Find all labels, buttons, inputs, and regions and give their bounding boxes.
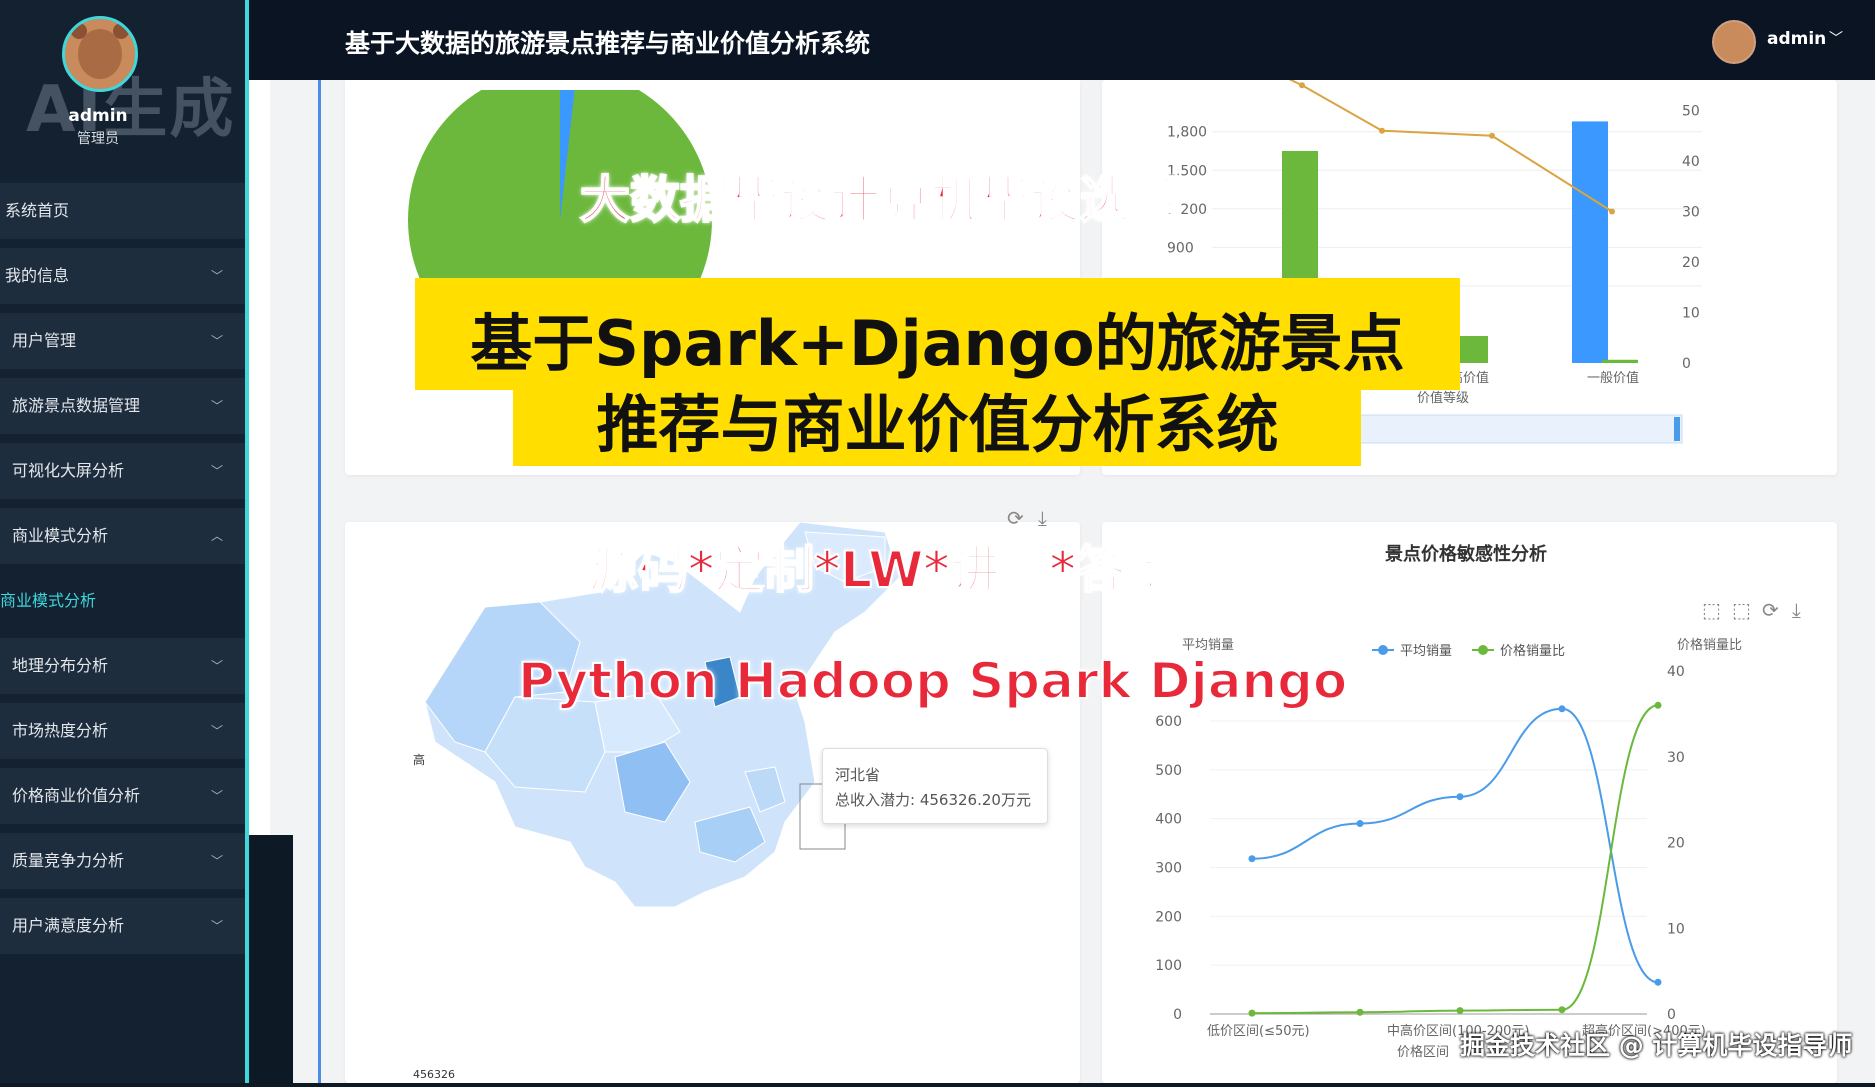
line-point[interactable] xyxy=(1456,1007,1464,1015)
overlay-source-watermark: 掘金技术社区 @ 计算机毕设指导师 xyxy=(1460,1031,1853,1060)
chevron-down-icon: ﹀ xyxy=(210,724,223,738)
legend-swatch[interactable] xyxy=(1378,645,1388,655)
line-point[interactable] xyxy=(1489,132,1495,139)
sidebar-item-home[interactable]: 系统首页 xyxy=(0,183,245,239)
y-tick-label: 300 xyxy=(1155,861,1182,877)
y2-tick-label: 40 xyxy=(1667,664,1685,680)
y2-tick-label: 0 xyxy=(1667,1007,1676,1023)
x-tick-label: 低价区间(≤50元) xyxy=(1207,1024,1310,1039)
y-axis-label: 平均销量 xyxy=(1182,638,1234,653)
sidebar-item-label: 地理分布分析 xyxy=(12,656,109,675)
sidebar-item-label: 商业模式分析 xyxy=(12,526,109,545)
chevron-down-icon[interactable]: ﹀ xyxy=(1829,28,1843,48)
y2-tick-label: 50 xyxy=(1682,104,1700,120)
y2-tick-label: 20 xyxy=(1682,255,1700,271)
line-point[interactable] xyxy=(1248,855,1256,863)
download-icon[interactable]: ⤓ xyxy=(1038,506,1047,530)
line-point[interactable] xyxy=(1558,1006,1566,1014)
y2-tick-label: 30 xyxy=(1667,750,1685,766)
sidebar-role: 管理员 xyxy=(77,131,119,147)
scroll-indicator xyxy=(318,80,321,1083)
sidebar-item-market[interactable]: 市场热度分析 ﹀ xyxy=(0,703,245,759)
legend-label: 平均销量 xyxy=(1400,644,1452,659)
map-legend-high: 高 xyxy=(413,752,425,767)
legend-label: 价格销量比 xyxy=(1500,643,1565,659)
line-point[interactable] xyxy=(1299,82,1305,89)
line-point[interactable] xyxy=(1356,820,1364,828)
refresh-icon[interactable]: ⟳ xyxy=(1762,598,1779,622)
map-tooltip: 河北省 总收入潜力: 456326.20万元 xyxy=(822,748,1048,824)
y-tick-label: 100 xyxy=(1155,958,1182,974)
chevron-down-icon: ﹀ xyxy=(210,659,223,673)
line-point[interactable] xyxy=(1379,127,1385,134)
line-point[interactable] xyxy=(1654,978,1662,986)
sidebar-item-label: 质量竞争力分析 xyxy=(12,851,125,870)
sidebar-item-quality[interactable]: 质量竞争力分析 ﹀ xyxy=(0,833,245,889)
line-point[interactable] xyxy=(1248,1009,1256,1017)
x-axis-label: 价格区间 xyxy=(1397,1044,1449,1060)
line-point[interactable] xyxy=(1609,208,1615,215)
sidebar-item-business[interactable]: 商业模式分析 ︿ xyxy=(0,508,245,564)
overlay-line-4: 源码*定制*LW*讲解*答辩 xyxy=(587,540,1177,600)
series-line[interactable] xyxy=(1251,704,1659,1015)
line-point[interactable] xyxy=(1356,1008,1364,1016)
line-point[interactable] xyxy=(1654,701,1662,709)
y2-tick-label: 30 xyxy=(1682,205,1700,221)
sidebar: AI生成 admin 管理员 系统首页 我的信息 ﹀ 用户管理 ﹀ 旅游景点数据管理… xyxy=(0,0,249,1083)
overlay-line-5: Python Hadoop Spark Django xyxy=(517,651,1348,711)
price-sensitivity-panel: 0 100 200 300 400 500 600 0 10 20 30 40 平均销量 价格销量比 平均销… xyxy=(1102,522,1837,1083)
tooltip-value: 总收入潜力: 456326.20万元 xyxy=(835,791,1031,809)
y2-tick-label: 40 xyxy=(1682,154,1700,170)
overlay-line-2: 基于Spark+Django的旅游景点 xyxy=(470,307,1405,380)
y-tick-label: 0 xyxy=(1173,1007,1182,1023)
sidebar-subitem-business[interactable]: 商业模式分析 xyxy=(0,573,245,629)
refresh-icon[interactable]: ⟳ xyxy=(1007,506,1024,530)
sidebar-item-label: 用户满意度分析 xyxy=(12,916,125,935)
sidebar-item-satisfaction[interactable]: 用户满意度分析 ﹀ xyxy=(0,898,245,954)
y-tick-label: 900 xyxy=(1167,240,1194,256)
tooltip-title: 河北省 xyxy=(835,766,881,784)
zoom-reset-icon[interactable]: ⬚ xyxy=(1732,598,1751,622)
page-title: 基于大数据的旅游景点推荐与商业价值分析系统 xyxy=(345,29,871,58)
sidebar-username: admin xyxy=(68,106,128,126)
sidebar-item-geo[interactable]: 地理分布分析 ﹀ xyxy=(0,638,245,694)
sidebar-item-label: 系统首页 xyxy=(5,201,70,220)
chevron-up-icon: ︿ xyxy=(210,529,223,543)
y-tick-label: 600 xyxy=(1155,714,1182,730)
y2-tick-label: 10 xyxy=(1667,921,1685,937)
sidebar-item-label: 价格商业价值分析 xyxy=(12,786,141,805)
series-line[interactable] xyxy=(1251,707,1659,984)
legend-swatch[interactable] xyxy=(1478,645,1488,655)
sidebar-item-price[interactable]: 价格商业价值分析 ﹀ xyxy=(0,768,245,824)
user-avatar[interactable] xyxy=(1712,20,1756,64)
y2-axis-label: 价格销量比 xyxy=(1677,637,1742,653)
y-tick-label: 1,800 xyxy=(1167,125,1207,141)
y-tick-label: 500 xyxy=(1155,763,1182,779)
overlay-line-3: 推荐与商业价值分析系统 xyxy=(596,388,1279,461)
user-menu-name[interactable]: admin xyxy=(1767,29,1826,49)
chevron-down-icon: ﹀ xyxy=(210,919,223,933)
avatar[interactable] xyxy=(62,16,138,92)
chevron-down-icon: ﹀ xyxy=(210,789,223,803)
price-sensitivity-chart: 0 100 200 300 400 500 600 0 10 20 30 40 平均销量 价格销量比 平均销… xyxy=(1155,637,1742,1060)
chevron-down-icon: ﹀ xyxy=(210,854,223,868)
y-tick-label: 200 xyxy=(1155,909,1182,925)
line-point[interactable] xyxy=(1558,705,1566,713)
price-sensitivity-title: 景点价格敏感性分析 xyxy=(1385,544,1547,565)
line-point[interactable] xyxy=(1456,793,1464,801)
sidebar-item-label: 我的信息 xyxy=(5,266,70,285)
y2-tick-label: 20 xyxy=(1667,836,1685,852)
zoom-icon[interactable]: ⬚ xyxy=(1702,598,1721,622)
download-icon[interactable]: ⤓ xyxy=(1792,598,1801,622)
map-legend-min: 456326 xyxy=(413,1068,455,1081)
content-gap xyxy=(249,835,293,1083)
y-tick-label: 400 xyxy=(1155,812,1182,828)
overlay-line-1: 大数据毕设计算机毕设选题 xyxy=(579,170,1181,230)
sidebar-item-label: 市场热度分析 xyxy=(12,721,109,740)
header: 基于大数据的旅游景点推荐与商业价值分析系统 admin ﹀ xyxy=(249,0,1875,80)
sidebar-item-label: 商业模式分析 xyxy=(0,591,97,610)
